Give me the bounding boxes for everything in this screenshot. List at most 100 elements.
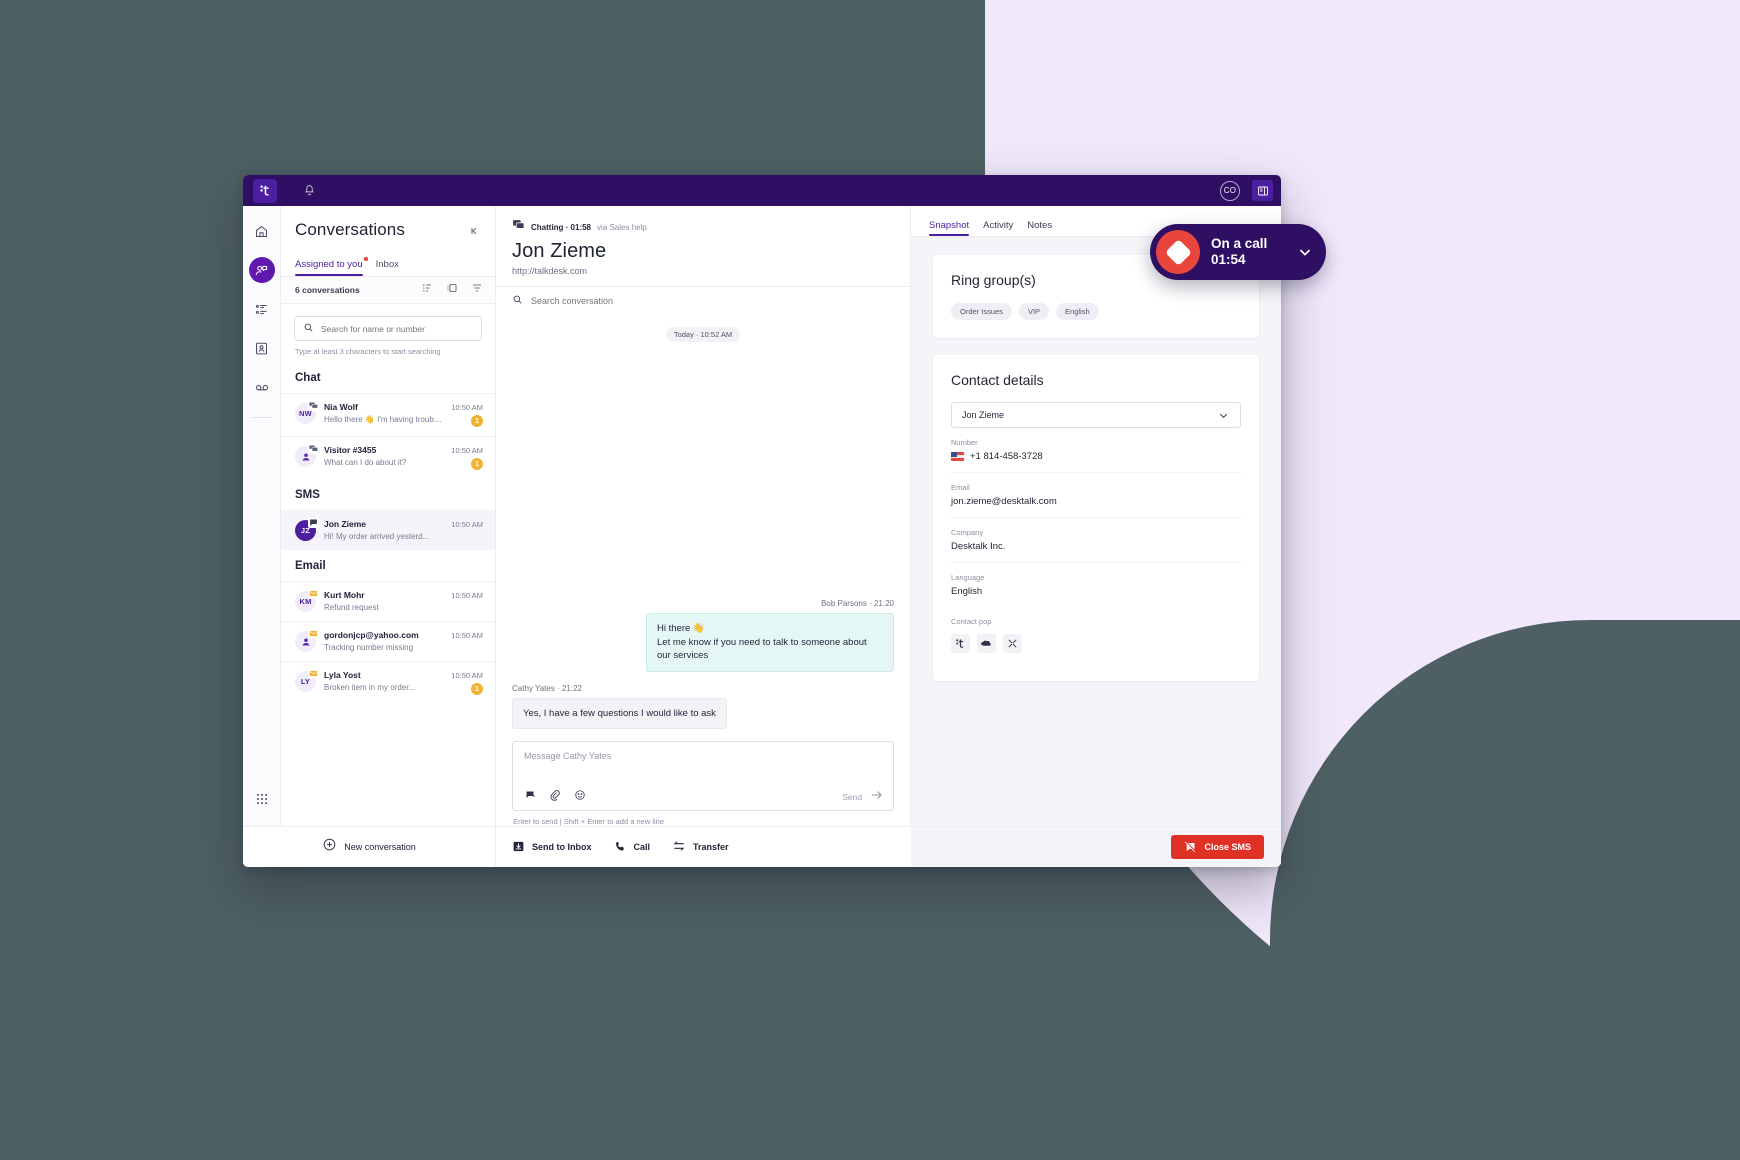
quick-reply-icon[interactable] [524, 788, 536, 806]
layout-icon[interactable] [446, 281, 458, 299]
conversation-detail-panel: Chatting · 01:58 via Sales help Jon Ziem… [496, 206, 911, 826]
contact-field-value-row: +1 814-458-3728 [951, 451, 1241, 462]
ring-group-chip: Order Issues [951, 303, 1012, 320]
list-item-time: 10:50 AM [451, 403, 483, 412]
conversation-search-bar[interactable] [496, 286, 910, 315]
conversation-search-input[interactable] [531, 296, 894, 306]
email-icon [308, 628, 319, 639]
chat-status: Chatting · 01:58 [531, 222, 592, 232]
emoji-icon[interactable] [574, 788, 586, 806]
list-item[interactable]: Visitor #3455 What can I do about it? 10:5… [281, 436, 495, 479]
list-item[interactable]: KM Kurt Mohr Refund request 10:50 AM [281, 581, 495, 621]
talkdesk-app-icon[interactable] [951, 634, 970, 653]
list-item-snippet: Hello there 👋 I'm having trouble... [324, 415, 444, 424]
list-item[interactable]: JZ Jon Zieme Hi! My order arrived yesterd.… [281, 510, 495, 550]
unread-badge: 1 [471, 415, 483, 427]
search-hint: Type at least 3 characters to start sear… [295, 347, 441, 356]
integration-app-icon[interactable] [1003, 634, 1022, 653]
contact-field-label: Email [951, 483, 970, 492]
message-composer[interactable]: Message Cathy Yates Send [512, 741, 894, 811]
chat-icon [308, 443, 319, 454]
list-item[interactable]: NW Nia Wolf Hello there 👋 I'm having troub… [281, 393, 495, 436]
avatar [295, 443, 319, 467]
transfer-button[interactable]: Transfer [672, 839, 729, 855]
contact-field: Number +1 814-458-3728 [951, 428, 1241, 473]
search-input[interactable] [321, 323, 473, 334]
tab-snapshot[interactable]: Snapshot [929, 220, 970, 236]
panel-toggle-icon[interactable] [1252, 180, 1273, 201]
sidebar-item-voicemail[interactable] [249, 374, 275, 400]
new-conversation-button[interactable]: New conversation [243, 826, 496, 867]
contact-name-heading: Jon Zieme [512, 240, 607, 262]
sidebar-item-conversations[interactable] [248, 257, 275, 283]
tab-assigned-to-you[interactable]: Assigned to you [295, 257, 368, 276]
sidebar-item-home[interactable] [249, 218, 275, 244]
tab-activity[interactable]: Activity [983, 220, 1013, 236]
send-to-inbox-button[interactable]: Send to Inbox [512, 840, 592, 855]
avatar [295, 628, 319, 652]
contact-field-value: +1 814-458-3728 [970, 451, 1043, 462]
close-sms-button[interactable]: Close SMS [1171, 835, 1264, 859]
conversation-group-label: Chat [295, 372, 321, 384]
notifications-bell-icon[interactable] [299, 181, 319, 201]
plus-circle-icon [322, 837, 337, 857]
attachment-icon[interactable] [549, 788, 561, 806]
sidebar-item-activities[interactable] [249, 296, 275, 322]
list-item-time: 10:50 AM [451, 631, 483, 640]
message-bubble: Hi there 👋 Let me know if you need to tal… [646, 613, 894, 672]
phone-icon [614, 840, 627, 855]
close-sms-label: Close SMS [1204, 842, 1251, 852]
list-item-time: 10:50 AM [451, 591, 483, 600]
sort-icon[interactable] [421, 281, 433, 299]
search-input-container[interactable] [294, 316, 482, 341]
talkdesk-logo-icon[interactable] [253, 178, 277, 203]
list-item-meta: 10:50 AM [451, 519, 483, 529]
send-to-inbox-label: Send to Inbox [532, 842, 592, 852]
ring-group-chips: Order Issues VIP English [951, 303, 1241, 320]
user-avatar[interactable]: CO [1220, 180, 1240, 201]
list-item-name: Jon Zieme [324, 519, 367, 529]
app-body: Conversations Assigned to you Inbox 6 co… [243, 206, 1281, 826]
contact-url[interactable]: http://talkdesk.com [512, 266, 894, 276]
contact-select[interactable]: Jon Zieme [951, 402, 1241, 428]
list-item[interactable]: LY Lyla Yost Broken item in my order... 10:… [281, 661, 495, 704]
list-item-snippet: Tracking number missing [324, 643, 414, 652]
chat-via: via Sales help [597, 222, 647, 232]
list-item-snippet: What can I do about it? [324, 458, 407, 467]
sidebar-item-contacts[interactable] [249, 335, 275, 361]
bottom-bar: New conversation Send to Inbox Call Tran… [243, 826, 1281, 867]
salesforce-app-icon[interactable] [977, 634, 996, 653]
list-item-snippet: Refund request [324, 603, 379, 612]
contact-pop-field: Contact pop [951, 607, 1241, 663]
sidebar-item-apps[interactable] [249, 786, 275, 812]
transfer-label: Transfer [693, 842, 729, 852]
list-item-meta: 10:50 AM 1 [451, 445, 483, 470]
list-item[interactable]: gordonjcp@yahoo.com Tracking number missi… [281, 621, 495, 661]
app-topbar: CO [243, 175, 1281, 206]
on-call-badge[interactable]: On a call 01:54 [1150, 224, 1326, 280]
call-active-icon [1156, 230, 1200, 274]
avatar: LY [295, 668, 319, 692]
conversations-header: Conversations Assigned to you Inbox [281, 206, 495, 276]
conversation-list[interactable]: Chat NW Nia Wolf Hello there 👋 I'm having t… [281, 356, 495, 826]
close-sms-icon [1184, 840, 1197, 855]
context-panel: Snapshot Activity Notes Ring group(s) Or… [911, 206, 1281, 826]
contact-field-value: jon.zieme@desktalk.com [951, 496, 1057, 507]
unread-dot-icon [364, 257, 368, 261]
collapse-panel-icon[interactable] [469, 220, 481, 242]
message-input[interactable]: Message Cathy Yates [513, 742, 893, 784]
list-item-time: 10:50 AM [451, 446, 483, 455]
conversation-count: 6 conversations [295, 285, 360, 295]
filter-icon[interactable] [471, 281, 483, 299]
chevron-down-icon[interactable] [1290, 237, 1320, 267]
messages-host: Bob Parsons · 21:20 Hi there 👋 Let me know… [512, 599, 894, 741]
conversation-group-label: Email [295, 560, 326, 572]
ring-group-chip: English [1056, 303, 1099, 320]
chevron-down-icon [1219, 413, 1228, 418]
tab-inbox[interactable]: Inbox [376, 259, 399, 276]
search-icon [512, 292, 523, 310]
tab-notes[interactable]: Notes [1027, 220, 1052, 236]
send-arrow-icon[interactable] [870, 788, 884, 807]
call-button[interactable]: Call [614, 840, 651, 855]
call-label: Call [633, 842, 651, 852]
